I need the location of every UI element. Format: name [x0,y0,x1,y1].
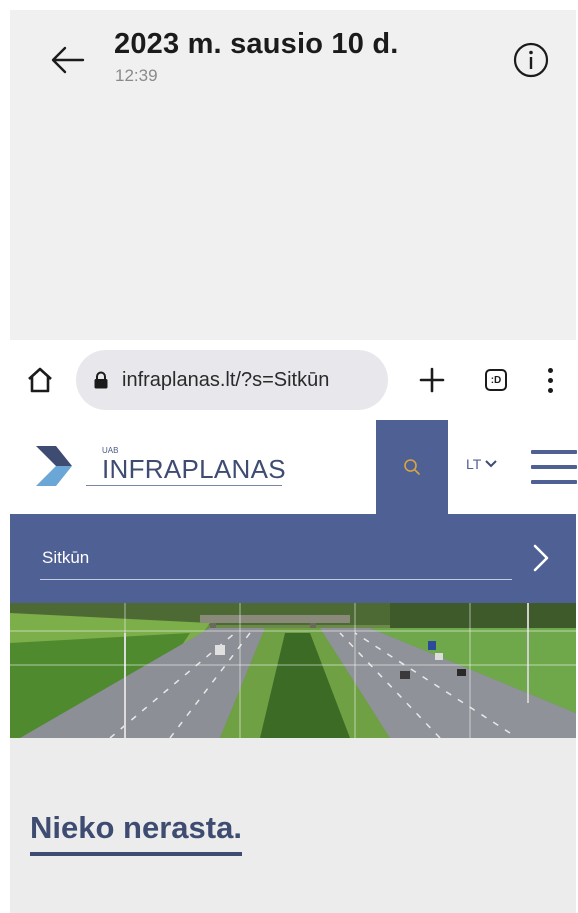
logo-wordmark: UAB INFRAPLANAS [86,442,286,490]
logo-underline [86,485,282,486]
tab-count-badge: :D [485,369,507,391]
screenshot-frame: 2023 m. sausio 10 d. 12:39 infraplanas.l… [0,0,578,913]
search-submit-button[interactable] [524,538,558,578]
logo-name: INFRAPLANAS [102,454,286,484]
address-bar[interactable]: infraplanas.lt/?s=Sitkūn [76,350,388,410]
browser-menu-button[interactable] [538,362,562,398]
hamburger-menu-button[interactable] [531,450,577,484]
home-icon [28,367,52,393]
home-button[interactable] [22,362,58,398]
back-button[interactable] [48,40,88,80]
menu-bar-icon [531,450,577,454]
chevron-down-icon [485,460,498,468]
site-logo[interactable]: UAB INFRAPLANAS [36,442,286,490]
language-label: LT [466,456,482,472]
lock-icon [94,371,108,389]
site-header: UAB INFRAPLANAS LT [10,420,577,514]
highway-banner-image [10,603,576,738]
no-results-message: Nieko nerasta. [30,810,242,856]
info-icon [513,42,549,78]
photo-viewer-header: 2023 m. sausio 10 d. 12:39 [10,10,576,340]
search-input[interactable] [40,536,512,580]
new-tab-button[interactable] [414,362,450,398]
search-icon [404,459,420,475]
url-text: infraplanas.lt/?s=Sitkūn [122,368,330,391]
info-button[interactable] [511,40,551,80]
search-panel [10,514,576,603]
photo-date-title: 2023 m. sausio 10 d. [114,28,399,60]
plus-icon [419,367,445,393]
website-viewport: UAB INFRAPLANAS LT Sitkūn Nieko nerasta. [10,420,577,913]
search-toggle-button[interactable] [376,420,448,514]
browser-toolbar: infraplanas.lt/?s=Sitkūn :D [10,340,576,420]
language-selector[interactable]: LT [466,456,498,472]
chevron-right-icon [533,544,549,572]
logo-chevron-icon [36,446,72,486]
vertical-dots-icon [547,367,553,373]
tab-switcher-button[interactable]: :D [480,364,512,396]
arrow-left-icon [51,46,85,74]
photo-time: 12:39 [115,66,158,85]
